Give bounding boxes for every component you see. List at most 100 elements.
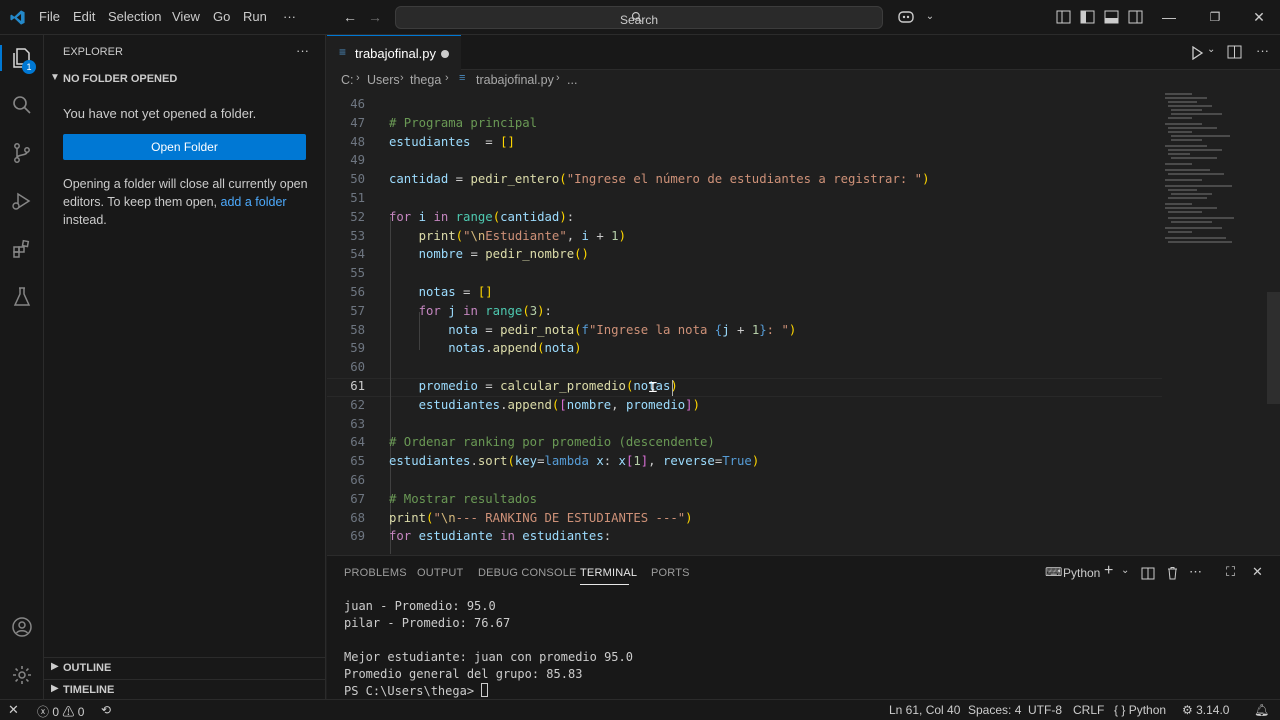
breadcrumb-more[interactable]: ... [567, 73, 577, 87]
panel-more-icon[interactable]: ⋯ [1189, 564, 1202, 580]
code-line[interactable]: 58 nota = pedir_nota(f"Ingrese la nota {… [327, 321, 1280, 340]
ports-forward-icon[interactable]: ⟲ [101, 703, 111, 717]
timeline-section[interactable]: ▶ TIMELINE [44, 679, 325, 699]
tab-debug-console[interactable]: DEBUG CONSOLE [478, 567, 577, 579]
search-view-icon[interactable] [10, 93, 34, 117]
extensions-icon[interactable] [10, 237, 34, 261]
close-window-icon[interactable]: ✕ [1250, 8, 1268, 26]
new-terminal-icon[interactable]: + [1104, 562, 1113, 580]
code-line[interactable]: 69 for estudiante in estudiantes: [327, 527, 1280, 546]
code-line[interactable]: 65 estudiantes.sort(key=lambda x: x[1], r… [327, 452, 1280, 471]
problems-status[interactable]: ⓧ 0 ⚠ 0 [37, 703, 84, 720]
customize-layout-icon[interactable] [1056, 10, 1071, 24]
open-folder-button[interactable]: Open Folder [63, 134, 306, 160]
minimize-icon[interactable]: — [1160, 8, 1178, 26]
terminal-prompt[interactable]: PS C:\Users\thega> [344, 683, 489, 700]
code-line[interactable]: 56 notas = [] [327, 283, 1280, 302]
tab-output[interactable]: OUTPUT [417, 567, 463, 579]
forward-arrow-icon[interactable]: → [366, 8, 384, 26]
code-line[interactable]: 63 [327, 415, 1280, 434]
no-folder-section-header[interactable]: ▼ NO FOLDER OPENED [44, 71, 324, 89]
copilot-icon[interactable] [897, 9, 915, 25]
remote-indicator-icon[interactable]: ✕ [8, 702, 19, 718]
terminal-line: juan - Promedio: 95.0 [344, 599, 496, 613]
python-interpreter[interactable]: ⚙ 3.14.0 [1182, 703, 1229, 717]
code-token: = [470, 134, 501, 149]
terminal-shell-name[interactable]: Python [1063, 566, 1100, 580]
end-of-line[interactable]: CRLF [1073, 703, 1104, 717]
split-editor-icon[interactable] [1227, 45, 1242, 59]
code-line[interactable]: 47 # Programa principal [327, 114, 1280, 133]
menu-more[interactable]: ··· [283, 9, 296, 24]
code-line[interactable]: 49 [327, 151, 1280, 170]
code-line[interactable]: 61 promedio = calcular_promedio(notas) [327, 377, 1280, 396]
code-token: j [448, 303, 456, 318]
code-line[interactable]: 64 # Ordenar ranking por promedio (descen… [327, 433, 1280, 452]
indentation[interactable]: Spaces: 4 [968, 703, 1021, 717]
language-mode[interactable]: { } Python [1114, 703, 1166, 717]
restore-icon[interactable]: ❐ [1206, 8, 1224, 26]
code-line[interactable]: 48 estudiantes = [] [327, 133, 1280, 152]
explorer-more-icon[interactable]: ··· [296, 43, 309, 58]
close-panel-icon[interactable]: ✕ [1252, 564, 1263, 580]
cursor-position[interactable]: Ln 61, Col 40 [889, 703, 960, 717]
breadcrumb-file[interactable]: trabajofinal.py [476, 73, 554, 87]
command-center-search[interactable]: Search [395, 6, 883, 29]
breadcrumb-drive[interactable]: C: [341, 73, 354, 87]
code-line[interactable]: 53 print("\nEstudiante", i + 1) [327, 227, 1280, 246]
editor-more-icon[interactable]: ··· [1256, 43, 1269, 58]
code-line[interactable]: 52 for i in range(cantidad): [327, 208, 1280, 227]
copilot-chevron-icon[interactable]: ⌄ [921, 8, 939, 26]
code-line[interactable]: 66 [327, 471, 1280, 490]
code-line[interactable]: 51 [327, 189, 1280, 208]
menu-view[interactable]: View [172, 9, 200, 24]
code-text: for estudiante in estudiantes: [389, 527, 611, 546]
tab-trabajofinal[interactable]: ≡ trabajofinal.py [327, 35, 461, 70]
breadcrumb-users[interactable]: Users [367, 73, 400, 87]
breadcrumb-user[interactable]: thega [410, 73, 441, 87]
unsaved-dot-icon[interactable] [441, 50, 449, 58]
run-debug-icon[interactable] [10, 189, 34, 213]
tab-terminal[interactable]: TERMINAL [580, 567, 637, 579]
menu-go[interactable]: Go [213, 9, 230, 24]
code-line[interactable]: 57 for j in range(3): [327, 302, 1280, 321]
toggle-panel-icon[interactable] [1104, 10, 1119, 24]
outline-section[interactable]: ▶ OUTLINE [44, 657, 325, 677]
code-line[interactable]: 59 notas.append(nota) [327, 339, 1280, 358]
accounts-icon[interactable] [10, 615, 34, 639]
code-line[interactable]: 54 nombre = pedir_nombre() [327, 245, 1280, 264]
code-line[interactable]: 67 # Mostrar resultados [327, 490, 1280, 509]
code-line[interactable]: 68 print("\n--- RANKING DE ESTUDIANTES --… [327, 509, 1280, 528]
source-control-icon[interactable] [10, 141, 34, 165]
menu-edit[interactable]: Edit [73, 9, 95, 24]
menu-file[interactable]: File [39, 9, 60, 24]
add-folder-link[interactable]: add a folder [221, 195, 287, 209]
tab-problems[interactable]: PROBLEMS [344, 567, 407, 579]
toggle-secondary-sidebar-icon[interactable] [1128, 10, 1143, 24]
terminal-dropdown-icon[interactable]: ⌄ [1121, 565, 1129, 576]
code-editor[interactable]: 46 47 # Programa principal 48 estudiantes = … [327, 92, 1280, 554]
encoding[interactable]: UTF-8 [1028, 703, 1062, 717]
code-line[interactable]: 46 [327, 95, 1280, 114]
editor-scrollbar-thumb[interactable] [1267, 292, 1280, 404]
menu-selection[interactable]: Selection [108, 9, 161, 24]
maximize-panel-icon[interactable]: ⛶ [1226, 564, 1235, 580]
chevron-right-icon: ▶ [51, 661, 59, 672]
menu-run[interactable]: Run [243, 9, 267, 24]
minimap[interactable] [1162, 92, 1272, 252]
code-line[interactable]: 55 [327, 264, 1280, 283]
code-line[interactable]: 50 cantidad = pedir_entero("Ingrese el nú… [327, 170, 1280, 189]
run-chevron-icon[interactable]: ⌄ [1207, 44, 1215, 55]
code-line[interactable]: 60 [327, 358, 1280, 377]
split-terminal-icon[interactable] [1141, 567, 1155, 580]
trash-icon[interactable] [1166, 566, 1179, 580]
manage-gear-icon[interactable] [10, 663, 34, 687]
run-python-icon[interactable] [1190, 46, 1204, 60]
code-token: x [618, 454, 626, 469]
testing-icon[interactable] [10, 285, 34, 309]
back-arrow-icon[interactable]: ← [341, 8, 359, 26]
code-line[interactable]: 62 estudiantes.append([nombre, promedio]… [327, 396, 1280, 415]
toggle-primary-sidebar-icon[interactable] [1080, 10, 1095, 24]
notifications-bell-icon[interactable]: 🔔︎ [1254, 703, 1269, 717]
tab-ports[interactable]: PORTS [651, 567, 690, 579]
